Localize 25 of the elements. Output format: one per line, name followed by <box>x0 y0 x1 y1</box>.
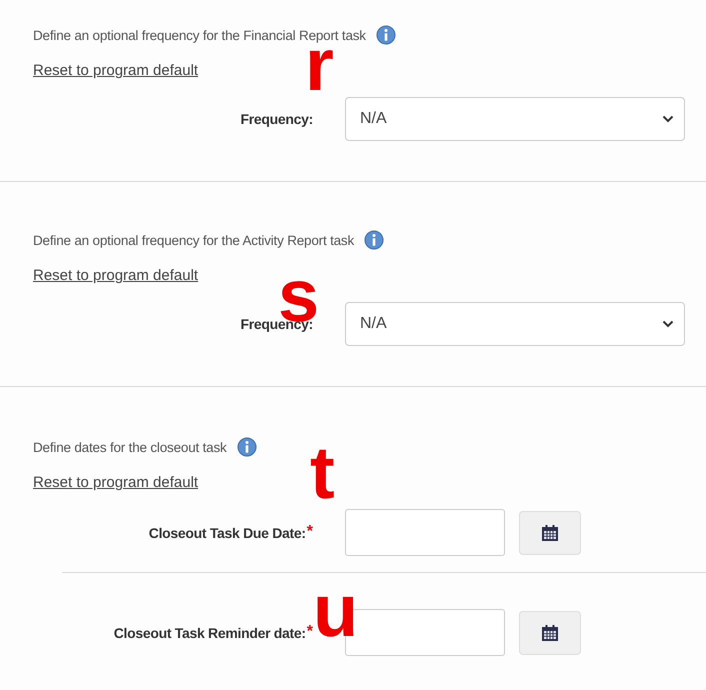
required-asterisk: * <box>306 624 313 638</box>
field-label: Frequency: <box>240 111 313 127</box>
chevron-down-icon <box>662 115 674 123</box>
calendar-button[interactable] <box>519 510 581 554</box>
reset-link[interactable]: Reset to program default <box>33 474 198 491</box>
info-icon[interactable] <box>236 437 257 457</box>
calendar-button[interactable] <box>519 610 581 654</box>
section-description: Define dates for the closeout task <box>33 440 227 454</box>
calendar-icon <box>540 522 560 542</box>
annotation-letter: t <box>310 443 335 502</box>
calendar-icon <box>540 622 560 642</box>
annotation-letter: u <box>313 581 358 640</box>
reset-link[interactable]: Reset to program default <box>33 267 198 284</box>
field-label: Closeout Task Due Date: <box>148 524 306 540</box>
section-description: Define an optional frequency for the Activity Report task <box>33 232 354 248</box>
info-icon[interactable] <box>376 25 396 45</box>
frequency-select[interactable]: N/A <box>345 302 685 346</box>
info-icon[interactable] <box>364 230 384 250</box>
chevron-down-icon <box>662 320 674 328</box>
frequency-select[interactable]: N/A <box>345 97 685 141</box>
section-description: Define an optional frequency for the Financial Report task <box>33 28 366 42</box>
date-input-field[interactable] <box>345 509 505 556</box>
field-label: Closeout Task Reminder date: <box>114 624 306 640</box>
required-asterisk: * <box>306 524 313 538</box>
reset-link[interactable]: Reset to program default <box>33 62 198 79</box>
